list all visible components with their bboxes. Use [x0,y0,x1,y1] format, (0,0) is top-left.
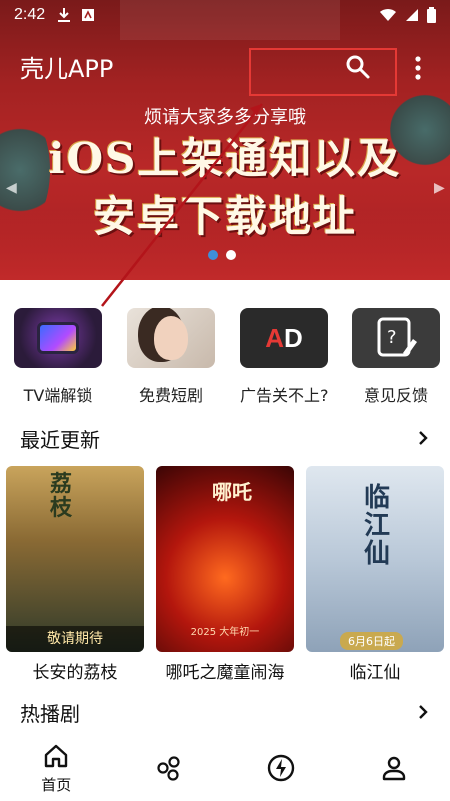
poster-name: 哪吒之魔童闹海 [165,663,285,683]
profile-icon [382,756,405,781]
nav-profile[interactable] [338,735,450,801]
chevron-right-icon[interactable] [416,431,430,445]
poster-image: 哪吒 2025 大年初一 [156,466,294,652]
nav-discover[interactable] [113,735,226,801]
battery-icon [427,7,436,23]
status-time: 2:42 [14,6,46,23]
poster-image: 荔枝 敬请期待 [6,466,144,652]
app-toolbar: 壳儿APP [0,44,450,96]
recent-section-header[interactable]: 最近更新 [20,423,430,453]
section-title: 最近更新 [20,427,100,452]
search-icon[interactable] [345,54,371,80]
quick-action-label: 免费短剧 [138,386,203,405]
search-highlight-box [249,48,397,96]
banner-dot[interactable] [208,250,218,260]
nav-home[interactable]: 首页 [0,735,113,801]
download-icon [58,8,71,22]
discover-icon [157,756,180,781]
poster-caption: 敬请期待 [6,626,144,652]
poster-name: 临江仙 [349,663,401,683]
nav-label: 首页 [41,775,72,794]
banner-headline-line2: 安卓下载地址 [92,192,357,241]
chevron-right-icon[interactable] [416,705,430,719]
poster-image: 临江仙 6月6日起 [306,466,444,652]
quick-action-label: 意见反馈 [363,386,428,405]
status-bar: 2:42 [0,0,450,30]
banner-prev-icon[interactable]: ◀ [6,180,17,196]
signal-icon [406,9,418,21]
recent-list: 荔枝 敬请期待 长安的荔枝 哪吒 2025 大年初一 哪吒之魔童闹海 临江仙 6… [0,466,450,686]
quick-actions: TV端解锁 免费短剧 AD 广告关不上? ? 意见反馈 [0,308,450,408]
hot-section-header[interactable]: 热播剧 [20,697,430,727]
poster-caption: 6月6日起 [340,632,403,650]
quick-action-ads[interactable]: AD 广告关不上? [240,308,329,406]
ad-icon: AD [240,308,328,368]
quick-action-feedback[interactable]: ? 意见反馈 [352,308,440,406]
banner-headline-line1: iOS上架通知以及 [48,134,402,183]
wifi-icon [380,8,396,21]
feedback-icon: ? [352,308,440,368]
more-options-icon[interactable] [410,54,426,82]
banner-next-icon[interactable]: ▶ [434,180,445,196]
drama-thumbnail [127,308,215,368]
tv-icon [14,308,102,368]
poster-card[interactable]: 荔枝 敬请期待 长安的荔枝 [6,466,144,683]
app-notification-icon [82,9,95,21]
quick-action-free-drama[interactable]: 免费短剧 [127,308,215,406]
quick-action-label: 广告关不上? [240,386,329,405]
home-icon [45,744,68,767]
poster-card[interactable]: 哪吒 2025 大年初一 哪吒之魔童闹海 [156,466,294,683]
banner-dot-active[interactable] [226,250,236,260]
bottom-navigation: 首页 [0,735,450,801]
quick-action-tv-unlock[interactable]: TV端解锁 [14,308,102,406]
poster-name: 长安的荔枝 [32,663,118,683]
poster-caption: 2025 大年初一 [190,627,260,638]
section-title: 热播剧 [20,701,80,726]
banner-pagination [208,250,236,260]
app-title: 壳儿APP [20,54,114,83]
svg-text:?: ? [387,327,397,348]
quick-action-label: TV端解锁 [23,386,93,405]
lightning-icon [268,754,295,782]
poster-card[interactable]: 临江仙 6月6日起 临江仙 [306,466,444,683]
nav-quick[interactable] [225,735,338,801]
app-root: 2:42 壳儿APP 烦请大家多多分享哦 iOS上架通知以及 安卓下载地址 ◀ … [0,0,450,801]
